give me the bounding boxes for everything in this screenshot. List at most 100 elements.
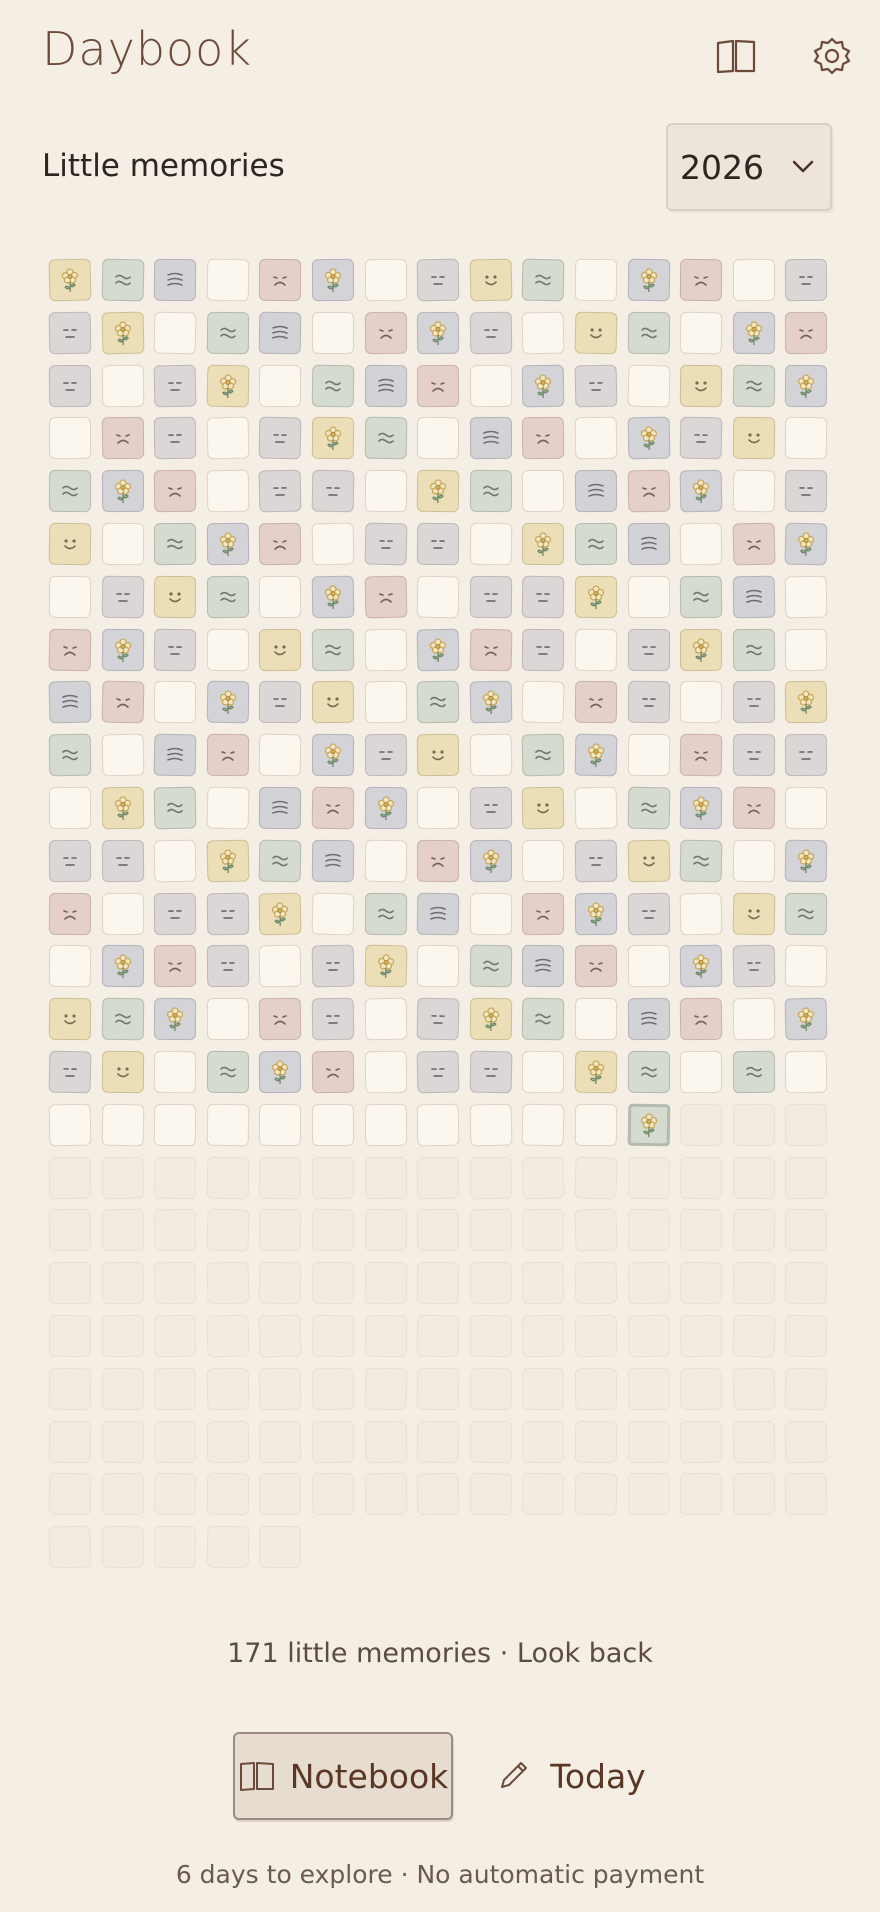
day-cell[interactable] — [680, 628, 723, 671]
day-cell[interactable] — [416, 997, 460, 1041]
day-cell[interactable] — [101, 733, 145, 777]
day-cell[interactable] — [206, 311, 250, 355]
day-cell[interactable] — [574, 522, 618, 566]
day-cell[interactable] — [469, 786, 513, 830]
day-cell[interactable] — [206, 522, 250, 566]
day-cell[interactable] — [416, 892, 460, 935]
day-cell[interactable] — [48, 1050, 92, 1094]
day-cell[interactable] — [416, 522, 460, 566]
day-cell[interactable] — [311, 311, 355, 354]
day-cell[interactable] — [469, 680, 513, 724]
day-cell[interactable] — [206, 1103, 250, 1147]
day-cell[interactable] — [522, 522, 565, 566]
day-cell[interactable] — [627, 945, 670, 988]
day-cell[interactable] — [574, 945, 618, 988]
day-cell[interactable] — [48, 733, 92, 777]
day-cell[interactable] — [469, 1103, 513, 1147]
day-cell[interactable] — [574, 786, 618, 830]
day-cell[interactable] — [364, 681, 407, 724]
day-cell[interactable] — [679, 733, 723, 777]
day-cell[interactable] — [574, 1103, 618, 1147]
day-cell[interactable] — [679, 839, 723, 883]
today-button[interactable]: Today — [490, 1732, 650, 1820]
day-cell[interactable] — [627, 1050, 670, 1094]
day-cell[interactable] — [48, 470, 92, 513]
day-cell[interactable] — [311, 681, 355, 724]
day-cell[interactable] — [469, 839, 512, 882]
day-cell[interactable] — [364, 628, 407, 671]
day-cell[interactable] — [469, 945, 513, 988]
day-cell[interactable] — [101, 470, 144, 513]
day-cell[interactable] — [627, 839, 671, 883]
day-cell[interactable] — [311, 469, 355, 513]
day-cell[interactable] — [627, 522, 670, 566]
day-cell[interactable] — [469, 733, 513, 777]
day-cell[interactable] — [469, 628, 513, 672]
day-cell[interactable] — [259, 522, 302, 566]
day-cell[interactable] — [153, 311, 197, 355]
day-cell[interactable] — [259, 945, 302, 988]
day-cell[interactable] — [206, 733, 250, 777]
day-cell[interactable] — [311, 786, 355, 830]
day-cell[interactable] — [732, 681, 775, 724]
day-cell[interactable] — [732, 628, 776, 671]
day-cell[interactable] — [311, 417, 355, 460]
day-cell[interactable] — [680, 258, 723, 302]
day-cell[interactable] — [311, 364, 355, 407]
day-cell[interactable] — [785, 892, 828, 935]
day-cell[interactable] — [679, 522, 723, 566]
day-cell[interactable] — [101, 839, 144, 883]
day-cell[interactable] — [101, 892, 144, 935]
day-cell[interactable] — [153, 681, 197, 724]
day-cell[interactable] — [417, 364, 460, 407]
day-cell[interactable] — [101, 680, 145, 724]
day-cell[interactable] — [627, 258, 670, 302]
day-cell[interactable] — [311, 839, 355, 883]
day-cell[interactable] — [680, 1050, 723, 1094]
day-cell[interactable] — [732, 944, 776, 988]
day-cell[interactable] — [679, 786, 723, 830]
day-cell[interactable] — [521, 311, 565, 355]
day-cell[interactable] — [732, 364, 776, 407]
day-cell[interactable] — [153, 258, 197, 302]
day-cell[interactable] — [153, 733, 197, 777]
day-cell[interactable] — [732, 522, 776, 566]
day-cell[interactable] — [311, 734, 355, 777]
day-cell[interactable] — [101, 1103, 145, 1147]
day-cell[interactable] — [732, 997, 776, 1041]
day-cell[interactable] — [522, 364, 565, 407]
day-cell[interactable] — [469, 522, 513, 566]
day-cell[interactable] — [364, 839, 407, 883]
day-cell[interactable] — [206, 258, 250, 302]
day-cell[interactable] — [522, 786, 565, 830]
day-cell[interactable] — [784, 575, 828, 619]
day-cell[interactable] — [416, 1103, 460, 1147]
day-cell[interactable] — [259, 575, 302, 619]
day-cell[interactable] — [311, 1050, 355, 1094]
day-cell[interactable] — [785, 628, 828, 671]
day-cell[interactable] — [206, 786, 250, 830]
day-cell[interactable] — [785, 734, 828, 777]
day-cell[interactable] — [679, 575, 723, 619]
day-cell[interactable] — [785, 364, 828, 407]
day-cell[interactable] — [627, 469, 670, 513]
day-cell[interactable] — [627, 575, 670, 618]
day-cell[interactable] — [101, 1050, 144, 1094]
day-cell[interactable] — [679, 311, 723, 355]
day-cell[interactable] — [364, 944, 408, 988]
day-cell[interactable] — [48, 258, 92, 302]
day-cell[interactable] — [364, 522, 408, 566]
day-cell[interactable] — [154, 522, 197, 566]
day-cell[interactable] — [101, 786, 144, 830]
day-cell[interactable] — [48, 417, 92, 460]
day-cell[interactable] — [206, 1050, 249, 1094]
day-cell[interactable] — [627, 998, 670, 1041]
day-cell[interactable] — [101, 417, 144, 460]
day-cell[interactable] — [206, 469, 250, 513]
day-cell[interactable] — [48, 945, 92, 988]
day-cell[interactable] — [522, 839, 565, 883]
day-cell[interactable] — [679, 892, 723, 936]
day-cell[interactable] — [258, 839, 302, 883]
day-cell[interactable] — [627, 416, 671, 460]
day-cell[interactable] — [416, 681, 460, 724]
